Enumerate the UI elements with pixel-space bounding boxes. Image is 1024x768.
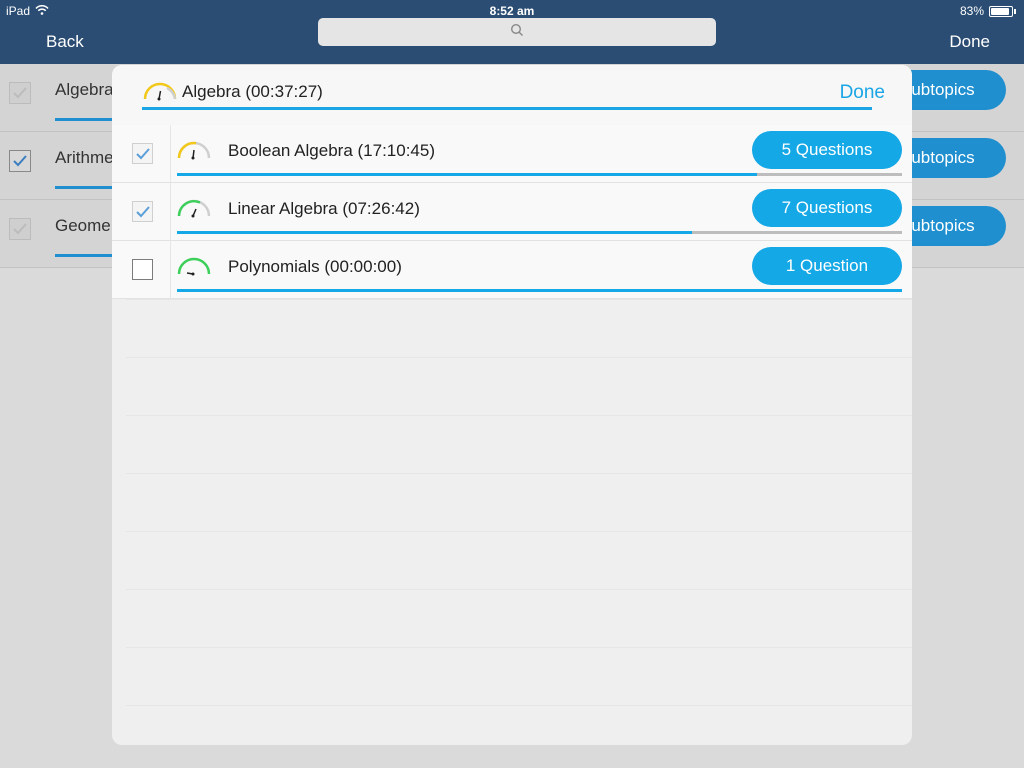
row-separator <box>126 299 912 300</box>
subtopic-progress <box>177 289 902 292</box>
clock: 8:52 am <box>489 4 535 18</box>
subtopic-checkbox[interactable] <box>132 143 153 164</box>
battery-icon <box>989 5 1013 17</box>
gauge-icon <box>176 196 212 225</box>
subtopic-row[interactable]: Linear Algebra (07:26:42) 7 Questions <box>112 183 912 241</box>
row-separator <box>126 473 912 474</box>
subtopic-label: Polynomials (00:00:00) <box>228 257 402 276</box>
topic-checkbox[interactable] <box>9 150 31 172</box>
questions-button[interactable]: 1 Question <box>752 247 902 285</box>
gauge-icon <box>142 79 178 108</box>
subtopics-modal: Algebra (00:37:27) Done Boolean Algebra … <box>112 65 912 745</box>
topic-progress <box>55 118 115 121</box>
topic-label: Algebra <box>55 80 114 99</box>
modal-title-progress <box>142 107 872 110</box>
topic-label: Arithme <box>55 148 114 167</box>
subtopic-checkbox[interactable] <box>132 201 153 222</box>
subtopic-progress <box>177 173 902 176</box>
row-separator <box>126 357 912 358</box>
subtopic-progress <box>177 231 902 234</box>
gauge-icon <box>176 254 212 283</box>
gauge-icon <box>176 138 212 167</box>
subtopic-label: Linear Algebra (07:26:42) <box>228 199 420 218</box>
row-separator <box>126 589 912 590</box>
subtopic-label: Boolean Algebra (17:10:45) <box>228 141 435 160</box>
checkmark-icon <box>13 87 27 99</box>
checkmark-icon <box>13 223 27 235</box>
topic-checkbox[interactable] <box>9 82 31 104</box>
modal-title: Algebra (00:37:27) <box>182 82 323 101</box>
search-bar[interactable] <box>318 18 716 46</box>
subtopic-row[interactable]: Polynomials (00:00:00) 1 Question <box>112 241 912 299</box>
status-bar: iPad 8:52 am 83% <box>0 0 1024 20</box>
navigation-bar: iPad 8:52 am 83% Back Done <box>0 0 1024 64</box>
checkmark-icon <box>135 205 150 217</box>
row-separator <box>126 705 912 706</box>
back-button[interactable]: Back <box>46 32 84 52</box>
empty-list-area <box>126 299 912 745</box>
topic-checkbox[interactable] <box>9 218 31 240</box>
subtopic-checkbox[interactable] <box>132 259 153 280</box>
battery-indicator: 83% <box>960 4 1016 18</box>
row-separator <box>126 647 912 648</box>
modal-header: Algebra (00:37:27) Done <box>112 65 912 125</box>
checkmark-icon <box>13 155 27 167</box>
nav-done-button[interactable]: Done <box>949 32 990 52</box>
row-separator <box>126 531 912 532</box>
search-icon <box>510 23 524 42</box>
questions-button[interactable]: 5 Questions <box>752 131 902 169</box>
questions-button[interactable]: 7 Questions <box>752 189 902 227</box>
checkmark-icon <box>135 147 150 159</box>
topic-progress <box>55 254 115 257</box>
subtopic-row[interactable]: Boolean Algebra (17:10:45) 5 Questions <box>112 125 912 183</box>
modal-done-button[interactable]: Done <box>840 82 885 104</box>
topic-label: Geome <box>55 216 111 235</box>
row-separator <box>126 415 912 416</box>
battery-percent: 83% <box>959 4 984 18</box>
topic-progress <box>55 186 115 189</box>
